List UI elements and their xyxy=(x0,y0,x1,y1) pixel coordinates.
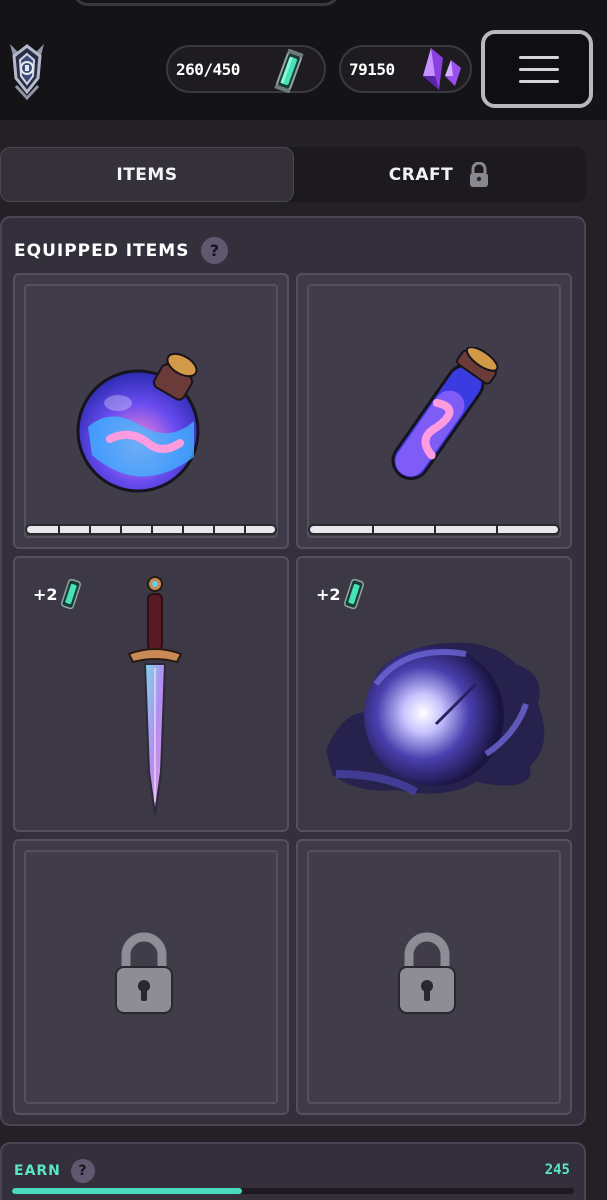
energy-value: 260/450 xyxy=(176,59,240,79)
equipped-slot-vial-potion[interactable] xyxy=(296,273,572,549)
gems-counter[interactable]: 79150 xyxy=(339,45,472,93)
earn-progress-bar xyxy=(12,1188,574,1194)
energy-counter[interactable]: 260/450 xyxy=(166,45,326,93)
earn-title: EARN xyxy=(14,1163,61,1179)
tab-craft-label: CRAFT xyxy=(388,164,454,185)
earn-amount: 245 xyxy=(544,1162,570,1178)
lock-icon xyxy=(470,161,489,187)
lock-icon xyxy=(398,932,456,1014)
tab-bar: ITEMS CRAFT xyxy=(0,147,586,202)
equipped-slot-round-potion[interactable] xyxy=(13,273,289,549)
energy-cell-icon xyxy=(274,49,304,93)
help-icon[interactable]: ? xyxy=(70,1159,95,1183)
dagger-icon xyxy=(127,576,183,815)
equipped-items-title: EQUIPPED ITEMS ? xyxy=(14,237,229,264)
locked-slot[interactable] xyxy=(296,839,572,1115)
top-bar: 260/450 79150 xyxy=(0,0,607,120)
equipped-items-heading: EQUIPPED ITEMS xyxy=(14,240,190,261)
earn-label: EARN ? xyxy=(14,1159,95,1183)
hamburger-bar xyxy=(519,68,559,71)
equipped-items-panel: EQUIPPED ITEMS ? +2 +2 xyxy=(0,216,586,1126)
shield-emblem-icon[interactable] xyxy=(2,38,52,100)
locked-slot[interactable] xyxy=(13,839,289,1115)
tab-items[interactable]: ITEMS xyxy=(0,147,294,202)
equipped-slot-shadow-orb[interactable]: +2 xyxy=(296,556,572,832)
lock-icon xyxy=(115,932,173,1014)
earn-panel: EARN ? 245 xyxy=(0,1142,586,1200)
crystal-icon xyxy=(423,48,461,90)
shadow-orb-icon xyxy=(326,642,545,796)
durability-bar xyxy=(25,524,277,535)
durability-bar xyxy=(308,524,560,535)
equipped-slot-dagger[interactable]: +2 xyxy=(13,556,289,832)
earn-progress-fill xyxy=(12,1188,243,1194)
bonus-value: +2 xyxy=(33,584,58,604)
tab-craft[interactable]: CRAFT xyxy=(294,147,586,202)
bonus-badge: +2 xyxy=(316,578,365,610)
menu-button[interactable] xyxy=(481,30,593,108)
help-icon[interactable]: ? xyxy=(201,237,229,264)
vial-potion-icon xyxy=(391,347,499,481)
bonus-value: +2 xyxy=(316,584,341,604)
energy-cell-icon xyxy=(60,578,81,610)
gems-value: 79150 xyxy=(349,59,395,79)
energy-cell-icon xyxy=(343,578,364,610)
round-potion-icon xyxy=(76,352,200,493)
hamburger-menu-icon xyxy=(519,56,559,59)
hamburger-bar xyxy=(519,80,559,83)
top-pill-fragment xyxy=(72,0,340,6)
tab-items-label: ITEMS xyxy=(116,164,178,185)
bonus-badge: +2 xyxy=(33,578,82,610)
